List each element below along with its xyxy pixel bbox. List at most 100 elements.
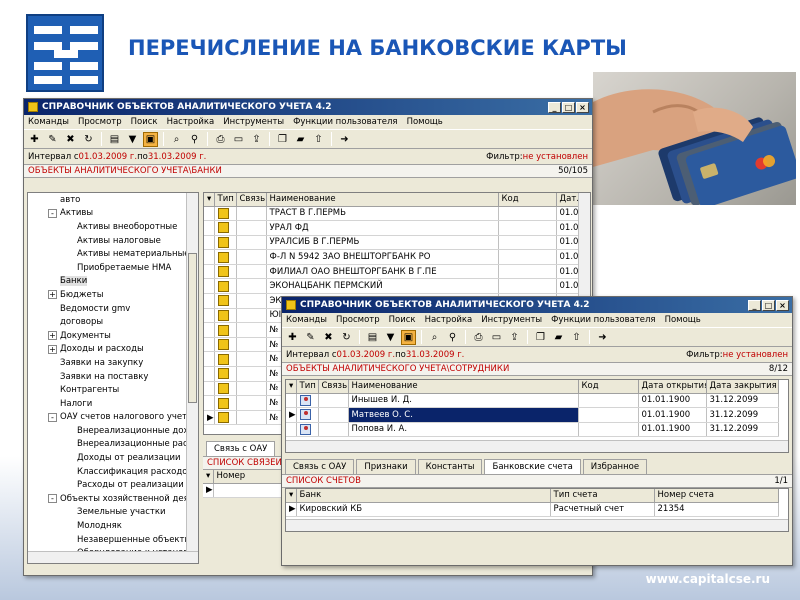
tree-view-icon[interactable]: ▣ bbox=[143, 131, 158, 147]
column-close-date[interactable]: Дата закрытия bbox=[706, 380, 779, 394]
tab-link-oau[interactable]: Связь с ОАУ bbox=[206, 441, 276, 456]
minimize-button[interactable]: _ bbox=[748, 299, 761, 311]
tree-item[interactable]: Приобретаемые НМА bbox=[48, 261, 198, 275]
tree-item[interactable]: Молодняк bbox=[48, 519, 198, 533]
column-link[interactable]: Связь bbox=[236, 193, 267, 207]
accounts-hscrollbar[interactable] bbox=[286, 519, 788, 531]
window-titlebar[interactable]: СПРАВОЧНИК ОБЪЕКТОВ АНАЛИТИЧЕСКОГО УЧЕТА… bbox=[282, 297, 792, 313]
expand-icon[interactable]: + bbox=[48, 331, 57, 341]
bank-row[interactable]: Ф-Л N 5942 ЗАО ВНЕШТОРГБАНК РО 01.0 bbox=[204, 249, 581, 265]
folder-up-icon[interactable]: ⇧ bbox=[311, 132, 326, 147]
tree-item[interactable]: Земельные участки bbox=[48, 506, 198, 520]
filter-value[interactable]: не установлен bbox=[523, 152, 588, 162]
tree-item[interactable]: + Бюджеты bbox=[48, 288, 198, 302]
tab-constants[interactable]: Константы bbox=[417, 459, 483, 474]
tree-item[interactable]: Заявки на закупку bbox=[48, 356, 198, 370]
column-sort-marker[interactable]: ▾ bbox=[204, 193, 215, 207]
copy-icon[interactable]: ❐ bbox=[533, 330, 548, 345]
preview-icon[interactable]: ▭ bbox=[489, 330, 504, 345]
tree-item[interactable]: Активы налоговые bbox=[48, 234, 198, 248]
footer-url[interactable]: www.capitalcse.ru bbox=[646, 572, 770, 586]
refresh-icon[interactable]: ↻ bbox=[81, 132, 96, 147]
menu-search[interactable]: Поиск bbox=[131, 117, 158, 127]
tree-scrollbar[interactable] bbox=[186, 193, 198, 551]
filter-icon[interactable]: ▼ bbox=[383, 330, 398, 345]
folder-icon[interactable]: ▰ bbox=[551, 330, 566, 345]
column-link[interactable]: Связь bbox=[318, 380, 349, 394]
add-icon[interactable]: ✚ bbox=[27, 132, 42, 147]
menu-help[interactable]: Помощь bbox=[407, 117, 443, 127]
tree-view-icon[interactable]: ▣ bbox=[401, 329, 416, 345]
menu-view[interactable]: Просмотр bbox=[336, 315, 380, 325]
interval-to[interactable]: 31.03.2009 г. bbox=[148, 152, 207, 162]
links-sort-marker[interactable]: ▾ bbox=[203, 470, 214, 484]
employee-row[interactable]: ▶ Матвеев О. С. 01.01.1900 31.12.2099 bbox=[286, 407, 779, 423]
tab-favorites[interactable]: Избранное bbox=[582, 459, 648, 474]
column-code[interactable]: Код bbox=[498, 193, 557, 207]
tree-item[interactable]: Доходы от реализации bbox=[48, 451, 198, 465]
interval-to[interactable]: 31.03.2009 г. bbox=[406, 350, 465, 360]
add-icon[interactable]: ✚ bbox=[285, 330, 300, 345]
column-code[interactable]: Код bbox=[578, 380, 639, 394]
column-date[interactable]: Дат. bbox=[556, 193, 581, 207]
tree-item[interactable]: Заявки на поставку bbox=[48, 370, 198, 384]
collapse-icon[interactable]: - bbox=[48, 412, 57, 422]
tree-item[interactable]: Незавершенные объекты bbox=[48, 533, 198, 547]
column-sort-marker[interactable]: ▾ bbox=[286, 380, 297, 394]
accounts-sort-marker[interactable]: ▾ bbox=[286, 489, 297, 503]
tree-item[interactable]: Активы внеоборотные bbox=[48, 220, 198, 234]
filter-icon[interactable]: ▼ bbox=[125, 132, 140, 147]
bank-row[interactable]: ФИЛИАЛ ОАО ВНЕШТОРГБАНК В Г.ПЕ 01.0 bbox=[204, 264, 581, 280]
bank-row[interactable]: УРАЛСИБ В Г.ПЕРМЬ 01.0 bbox=[204, 235, 581, 251]
account-row[interactable]: ▶ Кировский КБ Расчетный счет 21354 bbox=[286, 502, 779, 518]
menu-tools[interactable]: Инструменты bbox=[481, 315, 542, 325]
minimize-button[interactable]: _ bbox=[548, 101, 561, 113]
menu-tools[interactable]: Инструменты bbox=[223, 117, 284, 127]
search-icon[interactable]: ⌕ bbox=[169, 132, 184, 147]
tree-item[interactable]: Банки bbox=[48, 275, 198, 289]
tree-item[interactable]: Контрагенты bbox=[48, 383, 198, 397]
folder-up-icon[interactable]: ⇧ bbox=[569, 330, 584, 345]
menu-search[interactable]: Поиск bbox=[389, 315, 416, 325]
tab-attributes[interactable]: Признаки bbox=[356, 459, 416, 474]
menu-view[interactable]: Просмотр bbox=[78, 117, 122, 127]
tree-item[interactable]: Внереализационные расходы bbox=[48, 438, 198, 452]
tree-item[interactable]: - ОАУ счетов налогового учета bbox=[48, 411, 198, 425]
tree-item[interactable]: авто bbox=[48, 193, 198, 207]
column-name[interactable]: Наименование bbox=[348, 380, 579, 394]
tree-item[interactable]: Активы нематериальные bbox=[48, 247, 198, 261]
tree-hscrollbar[interactable] bbox=[28, 551, 198, 563]
report-icon[interactable]: ▤ bbox=[107, 132, 122, 147]
tab-link-oau[interactable]: Связь с ОАУ bbox=[285, 459, 355, 474]
copy-icon[interactable]: ❐ bbox=[275, 132, 290, 147]
bank-row[interactable]: ЭКОНАЦБАНК ПЕРМСКИЙ 01.0 bbox=[204, 278, 581, 295]
report-icon[interactable]: ▤ bbox=[365, 330, 380, 345]
tree-item[interactable]: Внереализационные доходы bbox=[48, 424, 198, 438]
column-account-number[interactable]: Номер счета bbox=[654, 489, 779, 503]
employee-row[interactable]: Попова И. А. 01.01.1900 31.12.2099 bbox=[286, 422, 779, 438]
column-bank[interactable]: Банк bbox=[296, 489, 551, 503]
print-icon[interactable]: ⎙ bbox=[471, 330, 486, 345]
search-icon[interactable]: ⌕ bbox=[427, 330, 442, 345]
tree-item[interactable]: -Объекты хозяйственной деятельности bbox=[48, 492, 198, 506]
edit-icon[interactable]: ✎ bbox=[45, 132, 60, 147]
preview-icon[interactable]: ▭ bbox=[231, 132, 246, 147]
tree-item[interactable]: + Доходы и расходы bbox=[48, 343, 198, 357]
tree-item[interactable]: Классификация расходов bbox=[48, 465, 198, 479]
employee-row[interactable]: Инышев И. Д. 01.01.1900 31.12.2099 bbox=[286, 393, 779, 409]
edit-icon[interactable]: ✎ bbox=[303, 330, 318, 345]
column-type[interactable]: Тип bbox=[214, 193, 237, 207]
interval-from[interactable]: 01.03.2009 г. bbox=[337, 350, 396, 360]
bank-row[interactable]: ТРАСТ В Г.ПЕРМЬ 01.0 bbox=[204, 206, 581, 222]
menu-user-functions[interactable]: Функции пользователя bbox=[293, 117, 397, 127]
export-icon[interactable]: ⇪ bbox=[249, 132, 264, 147]
menu-user-functions[interactable]: Функции пользователя bbox=[551, 315, 655, 325]
maximize-button[interactable]: □ bbox=[762, 299, 775, 311]
collapse-icon[interactable]: - bbox=[48, 494, 57, 504]
tree-item[interactable]: Расходы от реализации bbox=[48, 478, 198, 492]
employees-hscrollbar[interactable] bbox=[286, 440, 788, 452]
filter-value[interactable]: не установлен bbox=[723, 350, 788, 360]
menu-help[interactable]: Помощь bbox=[665, 315, 701, 325]
tab-bank-accounts[interactable]: Банковские счета bbox=[484, 459, 581, 474]
column-name[interactable]: Наименование bbox=[266, 193, 499, 207]
